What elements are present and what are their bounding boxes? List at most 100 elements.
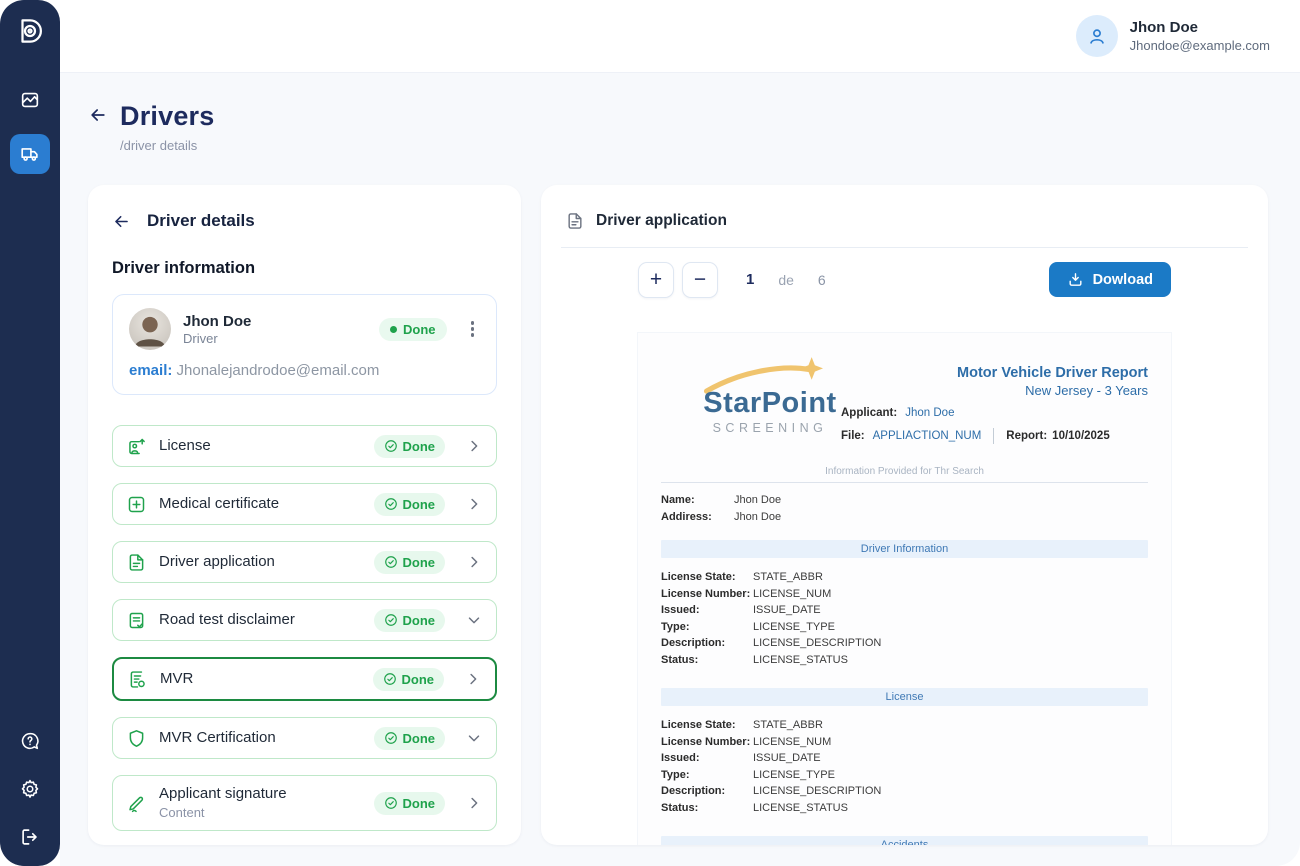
- brand-name: StarPoint: [703, 389, 836, 418]
- file-icon: [565, 211, 585, 231]
- user-email: Jhondoe@example.com: [1130, 38, 1270, 53]
- chevron-down-icon[interactable]: [465, 729, 483, 747]
- sidebar-item-image[interactable]: [10, 80, 50, 120]
- check-circle-icon: [384, 555, 398, 569]
- chevron-right-icon[interactable]: [465, 794, 483, 812]
- shield-icon: [126, 728, 147, 749]
- check-circle-icon: [384, 613, 398, 627]
- top-header: Jhon Doe Jhondoe@example.com: [60, 0, 1300, 73]
- status-badge: Done: [374, 727, 446, 750]
- panel-back-icon[interactable]: [112, 212, 131, 231]
- download-button[interactable]: Dowload: [1049, 262, 1171, 297]
- checklist-item-label: MVR Certification: [159, 729, 276, 747]
- checklist-item-label: Driver application: [159, 553, 275, 571]
- sidebar-item-logout[interactable]: [19, 826, 41, 848]
- divider: [561, 247, 1248, 248]
- doc-field-row: Type:LICENSE_TYPE: [661, 619, 1148, 636]
- doc-field-row: License State:STATE_ABBR: [661, 717, 1148, 734]
- applicant-value: Jhon Doe: [905, 407, 954, 419]
- report-subtitle: New Jersey - 3 Years: [841, 383, 1148, 398]
- user-menu[interactable]: Jhon Doe Jhondoe@example.com: [1076, 15, 1270, 57]
- page-back-icon[interactable]: [88, 105, 108, 125]
- check-circle-icon: [384, 439, 398, 453]
- chevron-right-icon[interactable]: [465, 437, 483, 455]
- license-icon: [126, 436, 147, 457]
- chevron-right-icon[interactable]: [465, 495, 483, 513]
- chevron-right-icon[interactable]: [464, 670, 482, 688]
- check-circle-icon: [384, 796, 398, 810]
- starpoint-logo: StarPoint SCREENING: [699, 357, 841, 444]
- zoom-in-button[interactable]: +: [638, 262, 674, 298]
- status-badge: Done: [374, 493, 446, 516]
- check-circle-icon: [384, 497, 398, 511]
- truck-icon: [19, 143, 41, 165]
- chevron-down-icon[interactable]: [465, 611, 483, 629]
- status-badge: Done: [374, 609, 446, 632]
- doc-field-row: Type:LICENSE_TYPE: [661, 767, 1148, 784]
- checklist-item-driver-application[interactable]: Driver application Done: [112, 541, 497, 583]
- sidebar-item-settings[interactable]: [19, 778, 41, 800]
- doc-field-row: Description:LICENSE_DESCRIPTION: [661, 635, 1148, 652]
- report-date-label: Report:: [1006, 430, 1047, 442]
- status-badge: Done: [374, 551, 446, 574]
- chevron-right-icon[interactable]: [465, 553, 483, 571]
- driver-application-panel: Driver application + − 1 de 6 Dowload: [541, 185, 1268, 845]
- file-badge-icon: [127, 669, 148, 690]
- viewer-title: Driver application: [596, 212, 727, 230]
- doc-section-fields: License State:STATE_ABBRLicense Number:L…: [661, 717, 1148, 816]
- email-label: email:: [129, 362, 172, 379]
- checklist-item-license[interactable]: LicenseDone: [112, 425, 497, 467]
- check-circle-icon: [383, 672, 397, 686]
- checklist-item-mvr[interactable]: MVRDone: [112, 657, 497, 701]
- sidebar-item-help[interactable]: [19, 730, 41, 752]
- main-content: Drivers /driver details Driver details D…: [60, 73, 1300, 866]
- driver-details-panel: Driver details Driver information Jhon D…: [88, 185, 521, 845]
- logout-icon: [19, 826, 41, 848]
- document-checklist: LicenseDone Medical certificateDone Driver…: [112, 425, 497, 831]
- divider: [661, 482, 1148, 483]
- help-icon: [19, 730, 41, 752]
- doc-field-row: License State:STATE_ABBR: [661, 569, 1148, 586]
- checklist-item-label: Applicant signature: [159, 785, 287, 803]
- checklist-item-road-test-disclaimer[interactable]: Road test disclaimerDone: [112, 599, 497, 641]
- driver-email: Jhonalejandrodoe@email.com: [177, 362, 380, 379]
- sidebar-item-truck[interactable]: [10, 134, 50, 174]
- sidebar-footer: [19, 730, 41, 848]
- checklist-item-applicant-signature[interactable]: Applicant signatureContentDone: [112, 775, 497, 831]
- doc-section-banner-driver-information: Driver Information: [661, 540, 1148, 558]
- pen-icon: [126, 793, 147, 814]
- total-pages: 6: [818, 272, 826, 288]
- applicant-label: Applicant:: [841, 407, 897, 419]
- kebab-menu-icon[interactable]: [465, 317, 481, 341]
- doc-field-row: License Number:LICENSE_NUM: [661, 734, 1148, 751]
- page-of-label: de: [778, 272, 794, 288]
- checklist-item-sublabel: Content: [159, 805, 287, 821]
- doc-field-row: Status:LICENSE_STATUS: [661, 800, 1148, 817]
- checklist-item-mvr-certification[interactable]: MVR Certification Done: [112, 717, 497, 759]
- doc-section-banner-accidents: Accidents: [661, 836, 1148, 845]
- checklist-item-label: MVR: [160, 670, 193, 688]
- page-header: Drivers /driver details: [88, 101, 214, 153]
- app-window: Jhon Doe Jhondoe@example.com Drivers /dr…: [0, 0, 1300, 866]
- driver-name: Jhon Doe: [183, 313, 251, 331]
- medical-icon: [126, 494, 147, 515]
- file-icon: [126, 552, 147, 573]
- doc-sections: Driver Information License State:STATE_AB…: [661, 540, 1148, 845]
- doc-row-name: Name:Jhon Doe: [661, 492, 1148, 509]
- brand-logo-icon[interactable]: [15, 16, 45, 46]
- user-avatar-icon: [1076, 15, 1118, 57]
- checklist-item-medical-certificate[interactable]: Medical certificateDone: [112, 483, 497, 525]
- image-icon: [19, 89, 41, 111]
- current-page: 1: [746, 271, 754, 288]
- check-circle-icon: [384, 731, 398, 745]
- doc-field-row: Issued:ISSUE_DATE: [661, 750, 1148, 767]
- report-title: Motor Vehicle Driver Report: [841, 365, 1148, 381]
- driver-status-badge: Done: [379, 318, 447, 341]
- clipboard-icon: [126, 610, 147, 631]
- doc-row-addiress: Addiress:Jhon Doe: [661, 509, 1148, 526]
- doc-disclaimer: Information Provided for Thr Search: [661, 466, 1148, 477]
- page-title: Drivers: [120, 101, 214, 132]
- doc-field-row: Description:LICENSE_DESCRIPTION: [661, 783, 1148, 800]
- brand-subtitle: SCREENING: [713, 421, 828, 435]
- zoom-out-button[interactable]: −: [682, 262, 718, 298]
